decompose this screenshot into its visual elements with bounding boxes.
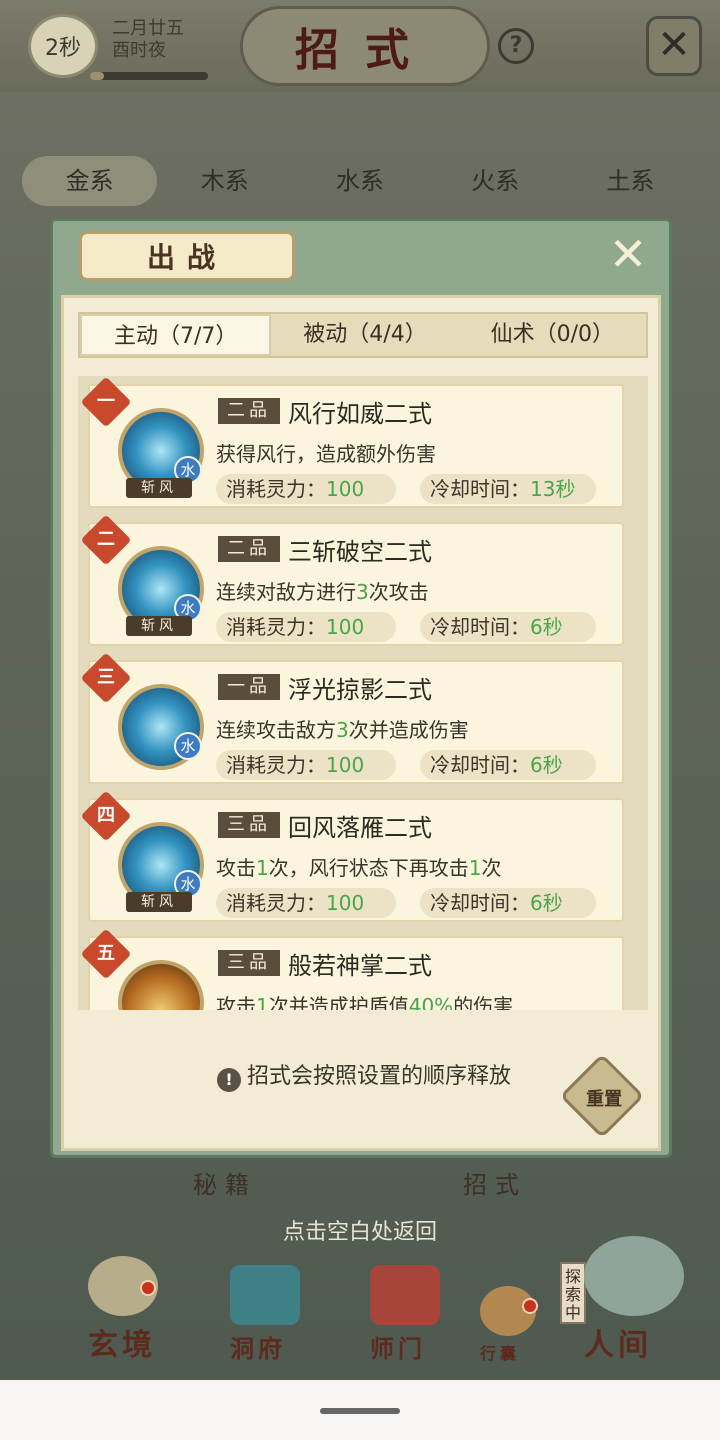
tab-fire[interactable]: 火系: [428, 156, 563, 206]
nav-xingnang-label: 行囊: [480, 1344, 521, 1363]
skill-card[interactable]: 一 水 斩风 二品 风行如威二式 获得风行，造成额外伤害 消耗灵力：100 冷却…: [80, 376, 624, 508]
tab-water[interactable]: 水系: [292, 156, 427, 206]
mountain-landscape-icon: [584, 1236, 684, 1316]
order-tip-text: 招式会按照设置的顺序释放: [246, 1064, 511, 1089]
tab-passive-skills[interactable]: 被动（4/4）: [271, 314, 458, 356]
tab-wood[interactable]: 木系: [157, 156, 292, 206]
modal-title: 出战: [79, 231, 295, 281]
tab-earth[interactable]: 土系: [563, 156, 698, 206]
skill-name: 回风落雁二式: [288, 814, 432, 842]
time-progress-bar: [90, 72, 208, 80]
order-badge: 一: [80, 376, 132, 428]
nav-renjian[interactable]: 人间: [584, 1236, 684, 1364]
date-line-2: 酉时夜: [112, 40, 166, 61]
tab-metal[interactable]: 金系: [22, 156, 158, 206]
skill-name: 三斩破空二式: [288, 538, 432, 566]
nav-shimen-label: 师门: [370, 1334, 426, 1363]
skill-tag: 斩风: [126, 616, 192, 636]
skill-card[interactable]: 三 水 一品 浮光掠影二式 连续攻击敌方3次并造成伤害 消耗灵力：100 冷却时…: [80, 652, 624, 784]
skill-description: 连续对敌方进行3次攻击: [216, 580, 429, 604]
timer-badge: 2秒: [28, 14, 98, 78]
skill-grade: 二品: [218, 536, 280, 562]
close-page-button[interactable]: ✕: [646, 16, 702, 76]
spirit-cost: 消耗灵力：100: [216, 750, 396, 780]
nav-renjian-label: 人间: [584, 1328, 652, 1363]
skill-card[interactable]: 五 三品 般若神掌二式 攻击1次并造成护盾值40%的伤害: [80, 928, 624, 1010]
notification-dot: [522, 1298, 538, 1314]
tab-immortal-arts[interactable]: 仙术（0/0）: [459, 314, 646, 356]
nav-shimen[interactable]: 师门: [370, 1265, 440, 1364]
skill-type-tabs: 主动（7/7） 被动（4/4） 仙术（0/0）: [78, 312, 648, 358]
skill-grade: 三品: [218, 812, 280, 838]
nav-dongfu[interactable]: 洞府: [230, 1265, 300, 1364]
cooldown: 冷却时间：6秒: [420, 888, 596, 918]
pavilion-icon: [230, 1265, 300, 1325]
nav-xuanjing-label: 玄境: [88, 1328, 156, 1363]
skill-description: 攻击1次并造成护盾值40%的伤害: [216, 994, 514, 1010]
exclamation-icon: !: [216, 1068, 241, 1092]
banner-icon: [370, 1265, 440, 1325]
top-bar: 2秒 二月廿五 酉时夜 招式 ? ✕: [0, 0, 720, 92]
cooldown: 冷却时间：6秒: [420, 750, 596, 780]
home-indicator[interactable]: [320, 1408, 400, 1414]
tab-moves[interactable]: 招式: [360, 1160, 630, 1210]
element-badge: 水: [174, 732, 202, 760]
system-navigation-bar: [0, 1380, 720, 1440]
reset-label: 重置: [586, 1089, 623, 1111]
element-category-tabs: 金系 木系 水系 火系 土系: [22, 156, 698, 206]
skill-grade: 二品: [218, 398, 280, 424]
skill-description: 攻击1次，风行状态下再攻击1次: [216, 856, 502, 880]
deploy-skills-modal: 出战 ✕ 主动（7/7） 被动（4/4） 仙术（0/0） 一 水 斩风 二品 风…: [50, 218, 672, 1158]
skill-grade: 三品: [218, 950, 280, 976]
page-title-plate: 招式: [240, 6, 490, 86]
help-button[interactable]: ?: [498, 28, 534, 64]
nav-xuanjing[interactable]: 玄境: [88, 1256, 158, 1364]
order-badge: 四: [80, 790, 132, 842]
skill-tag: 斩风: [126, 892, 192, 912]
skill-name: 般若神掌二式: [288, 952, 432, 980]
skill-name: 浮光掠影二式: [288, 676, 432, 704]
skill-description: 获得风行，造成额外伤害: [216, 442, 436, 466]
skill-card[interactable]: 四 水 斩风 三品 回风落雁二式 攻击1次，风行状态下再攻击1次 消耗灵力：10…: [80, 790, 624, 922]
exploring-tag: 探索中: [560, 1262, 586, 1324]
skill-card[interactable]: 二 水 斩风 二品 三斩破空二式 连续对敌方进行3次攻击 消耗灵力：100 冷却…: [80, 514, 624, 646]
order-badge: 二: [80, 514, 132, 566]
order-badge: 五: [80, 928, 132, 980]
cooldown: 冷却时间：13秒: [420, 474, 596, 504]
modal-close-button[interactable]: ✕: [603, 229, 653, 279]
skill-list[interactable]: 一 水 斩风 二品 风行如威二式 获得风行，造成额外伤害 消耗灵力：100 冷却…: [78, 376, 648, 1010]
date-line-1: 二月廿五: [112, 18, 184, 39]
tab-active-skills[interactable]: 主动（7/7）: [80, 314, 272, 356]
skill-tag: 斩风: [126, 478, 192, 498]
skill-grade: 一品: [218, 674, 280, 700]
tab-secret-manual[interactable]: 秘籍: [90, 1160, 360, 1210]
page-title: 招式: [295, 25, 435, 76]
bottom-section-tabs: 秘籍 招式: [90, 1160, 630, 1210]
skill-name: 风行如威二式: [288, 400, 432, 428]
skill-description: 连续攻击敌方3次并造成伤害: [216, 718, 469, 742]
modal-body: 主动（7/7） 被动（4/4） 仙术（0/0） 一 水 斩风 二品 风行如威二式…: [61, 295, 661, 1151]
order-badge: 三: [80, 652, 132, 704]
palm-skill-icon: [118, 960, 204, 1010]
date-display: 二月廿五 酉时夜: [112, 18, 184, 62]
notification-dot: [140, 1280, 156, 1296]
spirit-cost: 消耗灵力：100: [216, 474, 396, 504]
spirit-cost: 消耗灵力：100: [216, 612, 396, 642]
cooldown: 冷却时间：6秒: [420, 612, 596, 642]
spirit-cost: 消耗灵力：100: [216, 888, 396, 918]
nav-dongfu-label: 洞府: [230, 1334, 286, 1363]
